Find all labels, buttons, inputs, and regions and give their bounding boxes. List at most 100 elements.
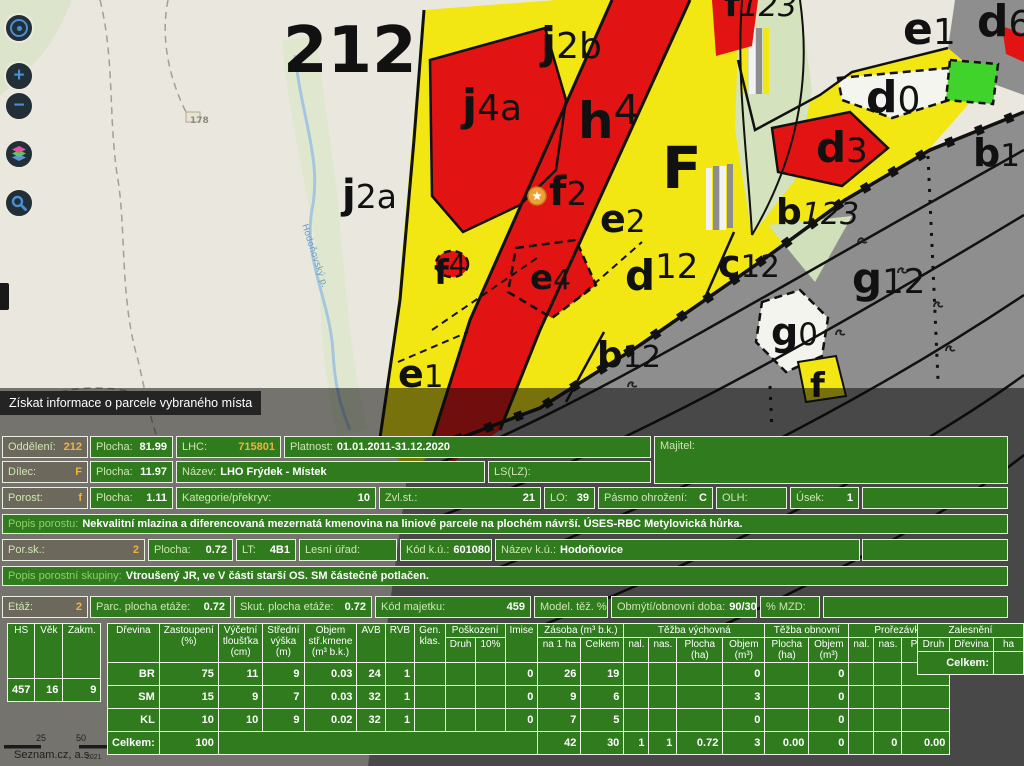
cell bbox=[624, 686, 649, 709]
field-label: Plocha: bbox=[154, 544, 191, 556]
field-parc-plocha-etaze: Parc. plocha etáže: 0.72 bbox=[90, 596, 231, 618]
field-value: 21 bbox=[523, 492, 535, 504]
col-header: Objem (m³) bbox=[809, 638, 849, 663]
cell bbox=[765, 663, 809, 686]
field-value: 1.11 bbox=[146, 492, 167, 504]
field-olh: OLH: bbox=[716, 487, 787, 509]
field-label: Etáž: bbox=[8, 601, 33, 613]
col-header: Plocha (ha) bbox=[765, 638, 809, 663]
field-value: 0.72 bbox=[345, 601, 366, 613]
cell bbox=[849, 686, 874, 709]
panel-filler bbox=[823, 596, 1008, 618]
field-label: Porost: bbox=[8, 492, 43, 504]
poi-marker-icon bbox=[528, 187, 546, 205]
field-porsk: Por.sk.: 2 bbox=[2, 539, 145, 561]
field-kod-majetku: Kód majetku: 459 bbox=[375, 596, 531, 618]
parcel-label: 212 bbox=[283, 14, 417, 88]
cell: SM bbox=[108, 686, 160, 709]
field-label: Por.sk.: bbox=[8, 544, 45, 556]
field-nazev: Název: LHO Frýdek - Místek bbox=[176, 461, 485, 483]
field-label: Název k.ú.: bbox=[501, 544, 556, 556]
field-value: 10 bbox=[358, 492, 370, 504]
field-kategorie: Kategorie/překryv: 10 bbox=[176, 487, 376, 509]
partial-control[interactable] bbox=[0, 283, 9, 310]
cell bbox=[415, 663, 446, 686]
scale-label-25: 25 bbox=[36, 733, 46, 743]
cell: 9 bbox=[63, 679, 101, 702]
field-zvlst: Zvl.st.: 21 bbox=[379, 487, 541, 509]
field-value: 715801 bbox=[238, 441, 275, 453]
total-row: Celkem:1004230110.7230.00000.00 bbox=[108, 732, 950, 755]
cell: 0 bbox=[809, 732, 849, 755]
parcel-label: g0 bbox=[771, 310, 818, 354]
field-label: Název: bbox=[182, 466, 216, 478]
zoom-in-button[interactable]: + bbox=[4, 61, 34, 91]
parcel-label: g12 bbox=[852, 254, 925, 303]
cell: 0 bbox=[505, 709, 538, 732]
cell bbox=[765, 686, 809, 709]
attribution-text: Seznam.cz, a.s. bbox=[14, 749, 92, 761]
field-value: 601080 bbox=[453, 544, 490, 556]
parcel-label: b123 bbox=[776, 192, 859, 233]
field-kod-ku: Kód k.ú.: 601080 bbox=[400, 539, 492, 561]
zalesneni-table: Zalesnění Druh Dřevina ha Celkem: bbox=[917, 623, 1024, 675]
zoom-out-button[interactable]: − bbox=[4, 91, 34, 121]
field-value: f bbox=[78, 492, 82, 504]
cell bbox=[624, 663, 649, 686]
cell bbox=[445, 663, 476, 686]
search-button[interactable] bbox=[4, 188, 34, 218]
field-value: Nekvalitní mlazina a diferencovaná mezer… bbox=[82, 518, 742, 530]
cell: 1 bbox=[624, 732, 649, 755]
layers-button[interactable] bbox=[4, 139, 34, 169]
cell bbox=[476, 709, 505, 732]
col-header: Výčetní tloušťka (cm) bbox=[218, 624, 262, 663]
field-popis-skupiny: Popis porostní skupiny: Vtroušený JR, ve… bbox=[2, 566, 1008, 586]
col-header: nal. bbox=[624, 638, 649, 663]
cell: 5 bbox=[581, 709, 624, 732]
field-label: LHC: bbox=[182, 441, 207, 453]
cell bbox=[677, 709, 723, 732]
stand-summary-table: HS Věk Zakm. 457 16 9 bbox=[7, 623, 101, 702]
field-plocha-oddeleni: Plocha: 81.99 bbox=[90, 436, 173, 458]
scale-bar bbox=[4, 745, 41, 749]
col-header: nas. bbox=[649, 638, 677, 663]
field-value: 90/30 bbox=[729, 601, 757, 613]
cell: 0.03 bbox=[304, 663, 357, 686]
cell: 0.03 bbox=[304, 686, 357, 709]
field-value: 0.72 bbox=[206, 544, 227, 556]
field-label: Obmýtí/obnovní doba: bbox=[617, 601, 725, 613]
cell bbox=[849, 709, 874, 732]
cell bbox=[649, 663, 677, 686]
cell: 7 bbox=[538, 709, 581, 732]
col-group-header: Těžba výchovná bbox=[624, 624, 765, 638]
cell bbox=[476, 686, 505, 709]
col-header: Druh bbox=[918, 638, 950, 652]
cell: 9 bbox=[263, 709, 304, 732]
col-header: RVB bbox=[385, 624, 414, 663]
field-obmyti: Obmýtí/obnovní doba: 90/30 bbox=[611, 596, 757, 618]
col-header: AVB bbox=[357, 624, 385, 663]
field-label: Skut. plocha etáže: bbox=[240, 601, 334, 613]
cell: 32 bbox=[357, 686, 385, 709]
cell bbox=[765, 709, 809, 732]
cell bbox=[902, 686, 950, 709]
field-lt: LT: 4B1 bbox=[236, 539, 296, 561]
cell: 1 bbox=[385, 709, 414, 732]
cell: Celkem: bbox=[108, 732, 160, 755]
field-label: Lesní úřad: bbox=[305, 544, 360, 556]
cell: 0.02 bbox=[304, 709, 357, 732]
cell: 75 bbox=[159, 663, 218, 686]
cell bbox=[874, 663, 902, 686]
field-value: Hodoňovice bbox=[560, 544, 623, 556]
cell: 0 bbox=[874, 732, 902, 755]
parcel-label: e4 bbox=[530, 258, 571, 298]
col-header: Imise bbox=[505, 624, 538, 663]
locate-button[interactable] bbox=[4, 13, 34, 43]
cell: 0 bbox=[505, 686, 538, 709]
field-value: F bbox=[75, 466, 82, 478]
col-header: Zastoupení (%) bbox=[159, 624, 218, 663]
cell bbox=[994, 652, 1024, 675]
cell bbox=[445, 686, 476, 709]
col-header: Dřevina bbox=[950, 638, 994, 652]
field-plocha-porost: Plocha: 1.11 bbox=[90, 487, 173, 509]
